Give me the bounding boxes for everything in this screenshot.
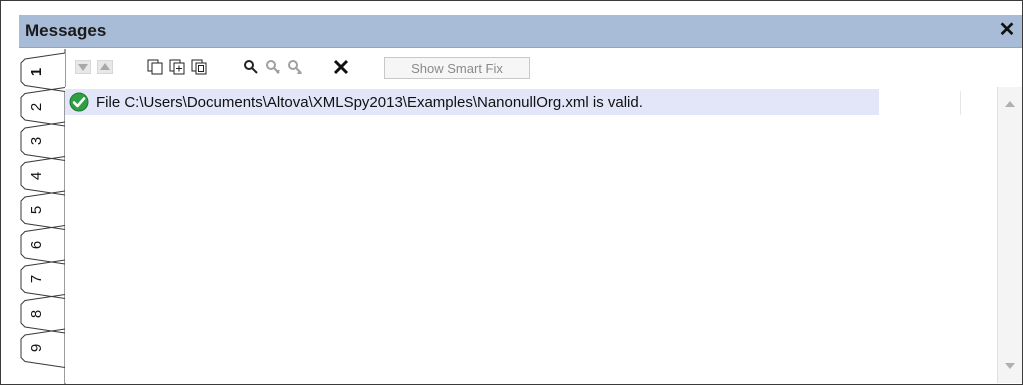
tab-6[interactable]: 6 xyxy=(28,235,45,255)
message-list: File C:\Users\Documents\Altova\XMLSpy201… xyxy=(65,87,997,383)
find-icon xyxy=(244,60,258,74)
find-previous-button[interactable] xyxy=(285,56,305,78)
close-button[interactable]: ✕ xyxy=(996,18,1018,42)
tab-9[interactable]: 9 xyxy=(28,338,45,358)
messages-window: Messages ✕ 1 2 3 4 5 6 7 8 9 Show Smart Fix File… xyxy=(0,0,1023,385)
previous-message-icon xyxy=(97,60,113,74)
find-next-button[interactable] xyxy=(263,56,283,78)
check-circle-icon xyxy=(69,92,89,112)
tab-1[interactable]: 1 xyxy=(28,62,45,82)
show-smart-fix-button[interactable]: Show Smart Fix xyxy=(384,57,530,79)
find-next-icon xyxy=(266,60,280,74)
clear-icon xyxy=(333,59,349,75)
column-separator xyxy=(960,91,961,115)
tab-8[interactable]: 8 xyxy=(28,304,45,324)
copy-all-messages-icon xyxy=(191,59,207,75)
next-message-button[interactable] xyxy=(73,56,93,78)
tab-5[interactable]: 5 xyxy=(28,200,45,220)
copy-message-with-children-icon xyxy=(169,59,185,75)
previous-message-button[interactable] xyxy=(95,56,115,78)
copy-message-icon xyxy=(147,59,163,75)
message-row[interactable]: File C:\Users\Documents\Altova\XMLSpy201… xyxy=(65,89,879,115)
vertical-scrollbar[interactable] xyxy=(997,87,1022,383)
tab-3[interactable]: 3 xyxy=(28,131,45,151)
copy-message-button[interactable] xyxy=(145,56,165,78)
clear-button[interactable] xyxy=(331,56,351,78)
tab-7[interactable]: 7 xyxy=(28,269,45,289)
tab-4[interactable]: 4 xyxy=(28,166,45,186)
message-text: File C:\Users\Documents\Altova\XMLSpy201… xyxy=(96,93,643,111)
copy-all-messages-button[interactable] xyxy=(189,56,209,78)
tab-labels: 1 2 3 4 5 6 7 8 9 xyxy=(19,49,67,384)
messages-toolbar: Show Smart Fix xyxy=(73,56,543,82)
scroll-down-arrow-icon[interactable] xyxy=(1004,361,1016,371)
find-previous-icon xyxy=(288,60,302,74)
scroll-up-arrow-icon[interactable] xyxy=(1004,99,1016,109)
tab-2[interactable]: 2 xyxy=(28,97,45,117)
copy-message-with-children-button[interactable] xyxy=(167,56,187,78)
next-message-icon xyxy=(75,60,91,74)
find-button[interactable] xyxy=(241,56,261,78)
window-title-bar: Messages ✕ xyxy=(19,15,1022,48)
